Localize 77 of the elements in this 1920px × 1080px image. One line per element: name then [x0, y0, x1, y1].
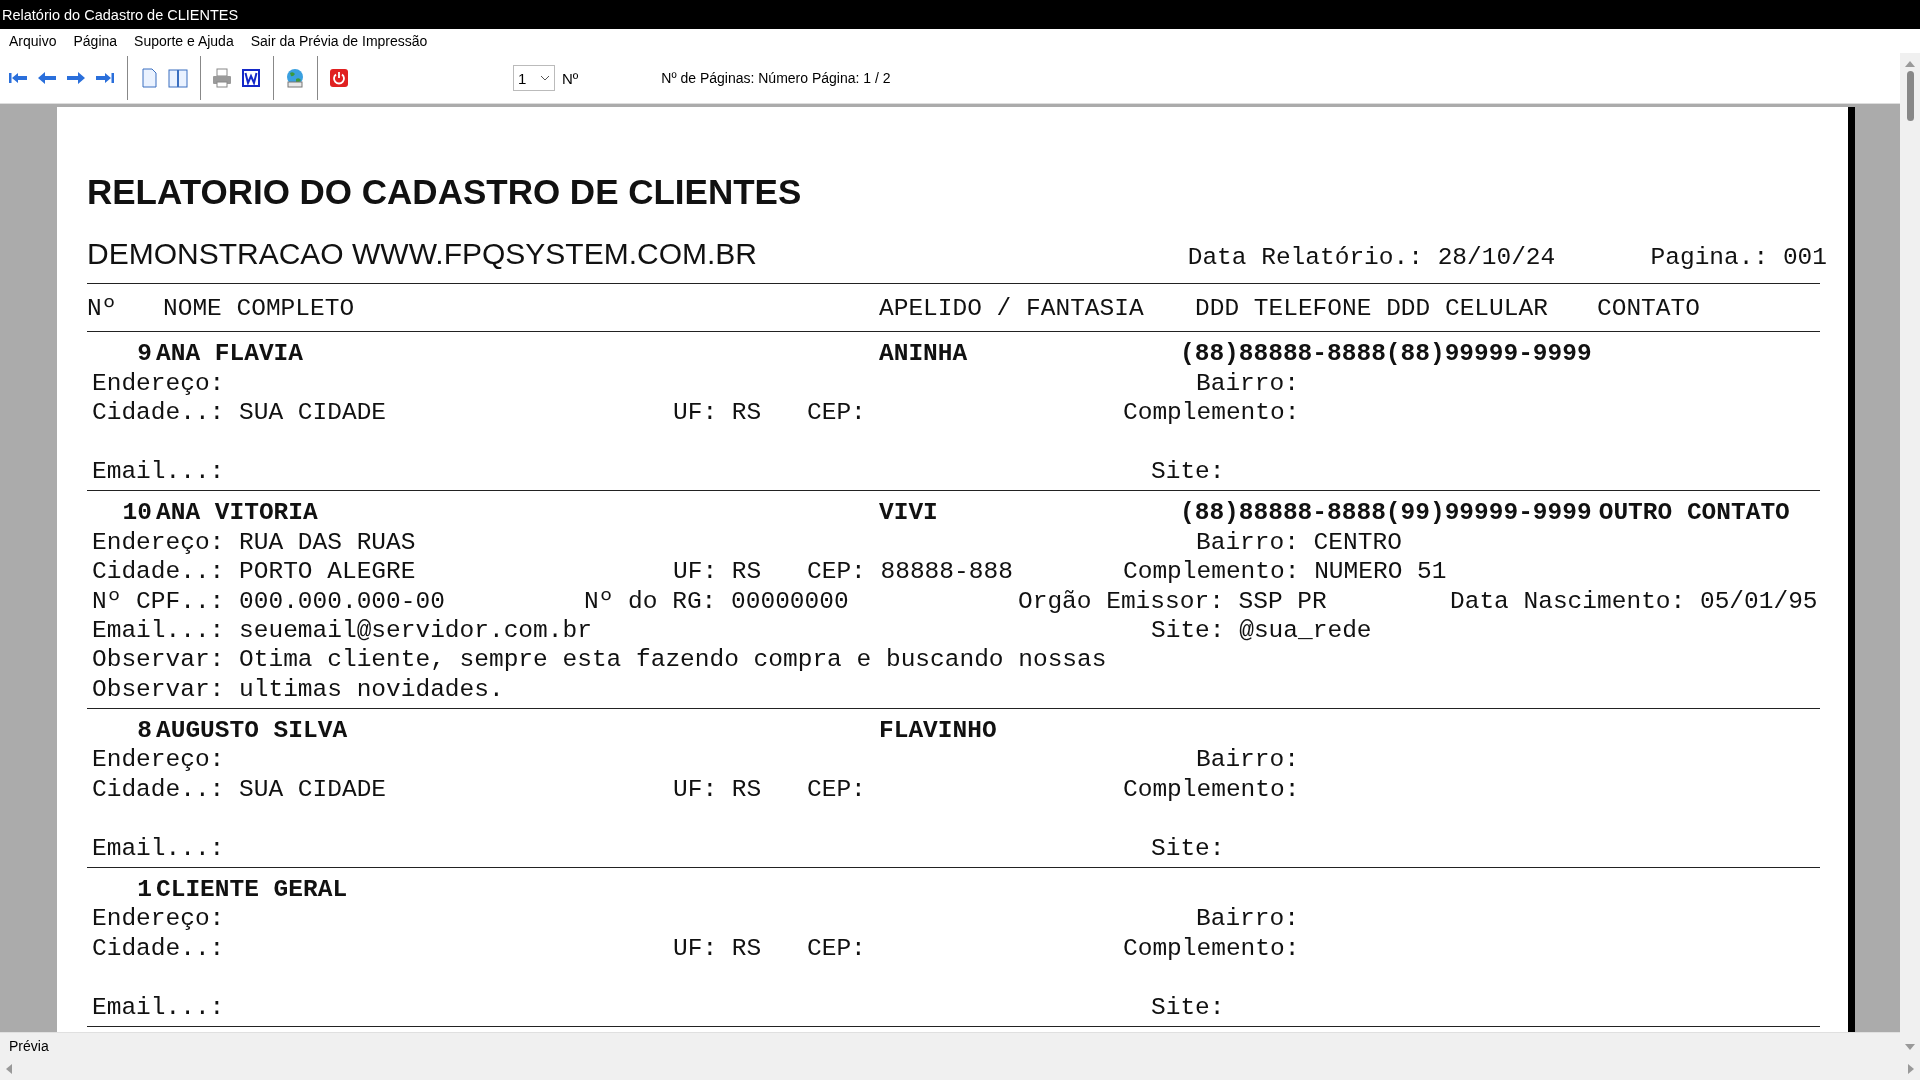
page-info: Nº de Páginas: Número Página: 1 / 2 — [661, 70, 891, 86]
column-header: APELIDO / FANTASIA — [879, 294, 1145, 324]
report-field: Complemento: NUMERO 51 — [1123, 557, 1820, 587]
client-nickname: VIVI — [879, 498, 939, 528]
scroll-left-icon[interactable] — [6, 1064, 12, 1074]
column-header: Nº — [87, 294, 118, 324]
report-title: RELATORIO DO CADASTRO DE CLIENTES — [87, 172, 802, 211]
report-field: Orgão Emissor: SSP PR — [1018, 586, 1450, 616]
report-field: CEP: — [807, 774, 1123, 805]
page-dropdown[interactable]: 1 — [513, 65, 555, 91]
menu-item[interactable]: Suporte e Ajuda — [134, 31, 243, 51]
menu-item[interactable]: Página — [73, 31, 127, 51]
report-field: Endereço: — [92, 745, 1196, 775]
report-field: Email...: — [92, 992, 1151, 1022]
scroll-right-icon[interactable] — [1908, 1064, 1914, 1074]
report-field: Complemento: — [1123, 933, 1820, 964]
report-field: Cidade..: PORTO ALEGRE — [92, 557, 673, 587]
client-nickname: ANINHA — [879, 339, 969, 369]
report-field: Observar: Otima cliente, sempre esta fazendo compra e buscando nossas — [92, 645, 1820, 675]
client-number: 8 — [136, 716, 153, 746]
client-name: ANA FLAVIA — [156, 339, 305, 369]
report-field: Complemento: — [1123, 398, 1820, 428]
page-select-label: Nº — [562, 69, 579, 87]
column-header: NOME COMPLETO — [163, 294, 356, 324]
client-name: AUGUSTO SILVA — [156, 716, 349, 746]
report-field: Complemento: — [1123, 774, 1820, 805]
page-number: Pagina.: 001 — [1650, 244, 1827, 271]
report-field: Email...: — [92, 833, 1151, 864]
report-field: CEP: — [807, 933, 1123, 964]
report-date: Data Relatório.: 28/10/24 — [1187, 244, 1557, 271]
report-field: Site: — [1151, 833, 1820, 864]
report-field: Site: — [1151, 456, 1820, 487]
report-field: UF: RS — [673, 933, 807, 964]
report-field: Cidade..: — [92, 933, 673, 964]
report-field: Endereço: RUA DAS RUAS — [92, 527, 1196, 558]
report-field: Bairro: — [1196, 904, 1820, 934]
report-field: Bairro: — [1196, 368, 1820, 399]
report-field: Nº CPF..: 000.000.000-00 — [92, 586, 584, 616]
report-field: Site: — [1151, 992, 1820, 1022]
report-field: Email...: — [92, 456, 1151, 487]
report-field: Observar: ultimas novidades. — [92, 674, 1820, 705]
client-number: 10 — [121, 498, 153, 528]
report-field: UF: RS — [673, 557, 807, 587]
report-field: UF: RS — [673, 774, 807, 805]
client-number: 9 — [136, 339, 153, 369]
menu-item[interactable]: Sair da Prévia de Impressão — [250, 31, 437, 51]
scroll-up-icon[interactable] — [1905, 61, 1915, 67]
column-header: DDD TELEFONE DDD CELULAR — [1195, 294, 1549, 324]
report-field: UF: RS — [673, 398, 807, 428]
report-field: Email...: seuemail@servidor.com.br — [92, 615, 1151, 646]
client-mobile: (99)99999-9999 — [1385, 498, 1593, 528]
report-field: Cidade..: SUA CIDADE — [92, 398, 673, 428]
report-field: Site: @sua_rede — [1151, 615, 1820, 646]
client-nickname: FLAVINHO — [879, 716, 998, 746]
report-field: Cidade..: SUA CIDADE — [92, 774, 673, 805]
chevron-icon — [540, 75, 550, 81]
report-field: Endereço: — [92, 904, 1196, 934]
report-field: Endereço: — [92, 368, 1196, 399]
client-phone: (88)88888-8888 — [1180, 339, 1386, 369]
client-phone: (88)88888-8888 — [1180, 498, 1386, 528]
client-name: CLIENTE GERAL — [156, 875, 349, 905]
report-field: Bairro: CENTRO — [1196, 527, 1820, 558]
report-field: CEP: — [807, 398, 1123, 428]
menu-item[interactable]: Arquivo — [9, 31, 66, 51]
client-mobile: (88)99999-9999 — [1385, 339, 1593, 369]
client-number: 1 — [136, 875, 153, 905]
report-field: Data Nascimento: 05/01/95 — [1450, 586, 1820, 616]
window-title: Relatório do Cadastro de CLIENTES — [0, 0, 1920, 29]
scrollbar-thumb[interactable] — [1906, 71, 1914, 121]
report-subtitle: DEMONSTRACAO WWW.FPQSYSTEM.COM.BR — [87, 237, 758, 271]
column-header: CONTATO — [1597, 294, 1701, 324]
report-field: CEP: 88888-888 — [807, 557, 1123, 587]
scroll-down-icon[interactable] — [1905, 1044, 1915, 1050]
client-contact: OUTRO CONTATO — [1598, 498, 1791, 528]
report-field: Bairro: — [1196, 745, 1820, 775]
client-name: ANA VITORIA — [156, 498, 319, 528]
report-field: Nº do RG: 00000000 — [584, 586, 1018, 616]
